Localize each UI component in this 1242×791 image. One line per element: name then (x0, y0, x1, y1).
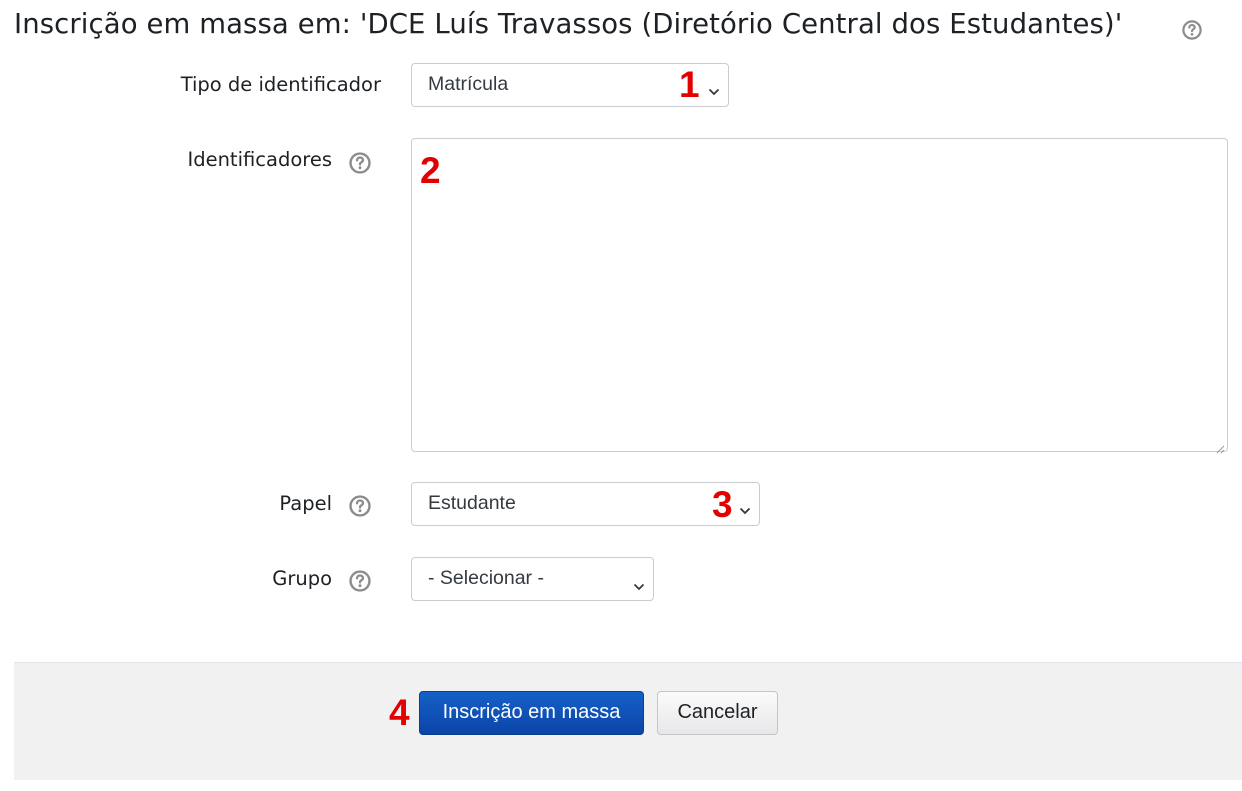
role-select[interactable]: Estudante (411, 482, 760, 526)
group-selected-value: - Selecionar - (428, 567, 544, 589)
group-label: Grupo (272, 567, 332, 590)
group-select[interactable]: - Selecionar - (411, 557, 654, 601)
chevron-down-icon (739, 499, 751, 515)
resize-grip-icon[interactable] (1215, 439, 1225, 454)
identifiers-label: Identificadores (187, 148, 332, 171)
bulk-enrol-button[interactable]: Inscrição em massa (419, 691, 644, 735)
annotation-marker-1: 1 (679, 64, 700, 105)
annotation-marker-3: 3 (712, 484, 733, 525)
help-icon[interactable] (1182, 20, 1202, 40)
help-icon[interactable] (349, 495, 371, 517)
chevron-down-icon (633, 575, 645, 591)
identifiers-textarea[interactable] (411, 138, 1228, 454)
annotation-marker-4: 4 (389, 692, 410, 733)
role-label: Papel (279, 492, 332, 515)
role-selected-value: Estudante (428, 492, 516, 514)
bulk-enrol-page: Inscrição em massa em: 'DCE Luís Travass… (0, 0, 1242, 791)
help-icon[interactable] (349, 570, 371, 592)
id-type-selected-value: Matrícula (428, 73, 509, 95)
id-type-label: Tipo de identificador (180, 73, 381, 96)
page-title: Inscrição em massa em: 'DCE Luís Travass… (14, 8, 1123, 40)
cancel-button[interactable]: Cancelar (657, 691, 778, 735)
annotation-marker-2: 2 (420, 150, 441, 191)
chevron-down-icon (708, 80, 720, 96)
help-icon[interactable] (349, 152, 371, 174)
